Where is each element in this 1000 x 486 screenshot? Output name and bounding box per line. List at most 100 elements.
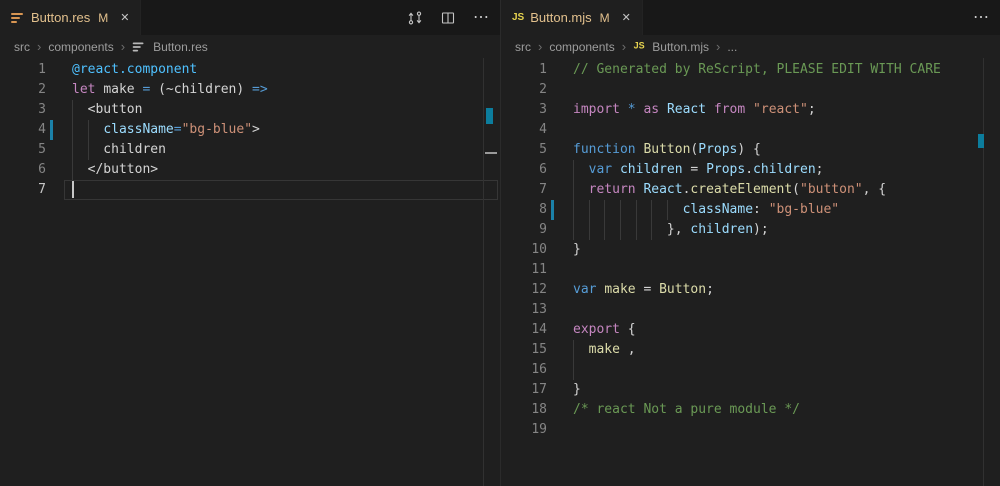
breadcrumb-item[interactable]: components <box>549 40 614 54</box>
code-line[interactable]: 13 <box>501 300 1000 320</box>
code-line[interactable]: 3 <button <box>0 100 500 120</box>
indent-guide <box>651 220 652 240</box>
line-number[interactable]: 10 <box>501 240 573 260</box>
code-line[interactable]: 7 <box>0 180 500 200</box>
code-token: children <box>72 142 166 157</box>
line-number[interactable]: 6 <box>0 160 72 180</box>
code-line[interactable]: 2let make = (~children) => <box>0 80 500 100</box>
line-number[interactable]: 3 <box>0 100 72 120</box>
code-token <box>745 102 753 117</box>
line-number[interactable]: 5 <box>501 140 573 160</box>
code-line[interactable]: 15 make , <box>501 340 1000 360</box>
open-changes-icon[interactable] <box>406 9 424 27</box>
line-number[interactable]: 2 <box>501 80 573 100</box>
code-text <box>573 360 1000 380</box>
line-number[interactable]: 15 <box>501 340 573 360</box>
line-number[interactable]: 3 <box>501 100 573 120</box>
line-number[interactable]: 12 <box>501 280 573 300</box>
code-text: import * as React from "react"; <box>573 100 1000 120</box>
line-number[interactable]: 7 <box>0 180 72 200</box>
breadcrumb-item[interactable]: src <box>14 40 30 54</box>
code-editor[interactable]: 1// Generated by ReScript, PLEASE EDIT W… <box>501 58 1000 486</box>
code-text: function Button(Props) { <box>573 140 1000 160</box>
breadcrumb-file[interactable]: Button.mjs <box>652 40 709 54</box>
line-number[interactable]: 8 <box>501 200 573 220</box>
code-line[interactable]: 2 <box>501 80 1000 100</box>
code-text: }, children); <box>573 220 1000 240</box>
overview-ruler[interactable] <box>983 58 1000 486</box>
line-number[interactable]: 5 <box>0 140 72 160</box>
line-number[interactable]: 6 <box>501 160 573 180</box>
code-token: <button <box>72 102 142 117</box>
line-number[interactable]: 17 <box>501 380 573 400</box>
code-token: ) { <box>737 142 760 157</box>
code-line[interactable]: 5 children <box>0 140 500 160</box>
code-line[interactable]: 6 </button> <box>0 160 500 180</box>
code-text: children <box>72 140 500 160</box>
code-line[interactable]: 1// Generated by ReScript, PLEASE EDIT W… <box>501 60 1000 80</box>
code-token <box>706 102 714 117</box>
chevron-right-icon: › <box>622 41 626 53</box>
code-token: // Generated by ReScript, PLEASE EDIT WI… <box>573 62 941 77</box>
code-line[interactable]: 11 <box>501 260 1000 280</box>
code-line[interactable]: 10} <box>501 240 1000 260</box>
editor-pane-left: Button.res M ✕ <box>0 0 500 486</box>
line-number[interactable]: 2 <box>0 80 72 100</box>
code-token: Props <box>706 162 745 177</box>
code-token: export <box>573 322 620 337</box>
code-editor[interactable]: 1@react.component2let make = (~children)… <box>0 58 500 486</box>
code-line[interactable]: 3import * as React from "react"; <box>501 100 1000 120</box>
line-number[interactable]: 14 <box>501 320 573 340</box>
code-line[interactable]: 19 <box>501 420 1000 440</box>
code-text <box>573 420 1000 440</box>
breadcrumb-symbol[interactable]: ... <box>727 40 737 54</box>
chevron-right-icon: › <box>37 41 41 53</box>
code-token: } <box>573 242 581 257</box>
tab-button-res[interactable]: Button.res M ✕ <box>0 0 141 35</box>
line-number[interactable]: 9 <box>501 220 573 240</box>
tab-bar-right: JS Button.mjs M ✕ ⋯ <box>501 0 1000 35</box>
line-number[interactable]: 19 <box>501 420 573 440</box>
line-number[interactable]: 4 <box>501 120 573 140</box>
code-line[interactable]: 4 className="bg-blue"> <box>0 120 500 140</box>
line-number[interactable]: 18 <box>501 400 573 420</box>
gutter-modified-indicator[interactable] <box>50 120 53 140</box>
code-token: ( <box>792 182 800 197</box>
line-number[interactable]: 4 <box>0 120 72 140</box>
breadcrumb-item[interactable]: components <box>48 40 113 54</box>
code-line[interactable]: 8 className: "bg-blue" <box>501 200 1000 220</box>
code-line[interactable]: 16 <box>501 360 1000 380</box>
code-line[interactable]: 7 return React.createElement("button", { <box>501 180 1000 200</box>
code-line[interactable]: 6 var children = Props.children; <box>501 160 1000 180</box>
indent-guide <box>604 220 605 240</box>
code-token: var <box>589 162 612 177</box>
indent-guide <box>589 220 590 240</box>
code-line[interactable]: 5function Button(Props) { <box>501 140 1000 160</box>
code-line[interactable]: 17} <box>501 380 1000 400</box>
code-line[interactable]: 1@react.component <box>0 60 500 80</box>
code-line[interactable]: 14export { <box>501 320 1000 340</box>
line-number[interactable]: 1 <box>501 60 573 80</box>
code-line[interactable]: 9 }, children); <box>501 220 1000 240</box>
line-number[interactable]: 11 <box>501 260 573 280</box>
gutter-modified-indicator[interactable] <box>551 200 554 220</box>
breadcrumb-file[interactable]: Button.res <box>153 40 208 54</box>
tab-button-mjs[interactable]: JS Button.mjs M ✕ <box>501 0 643 35</box>
code-line[interactable]: 4 <box>501 120 1000 140</box>
code-token <box>573 342 589 357</box>
line-number[interactable]: 13 <box>501 300 573 320</box>
line-number[interactable]: 7 <box>501 180 573 200</box>
split-editor-icon[interactable] <box>439 9 457 27</box>
chevron-right-icon: › <box>121 41 125 53</box>
close-icon[interactable]: ✕ <box>622 11 631 24</box>
breadcrumb-item[interactable]: src <box>515 40 531 54</box>
close-icon[interactable]: ✕ <box>120 11 129 24</box>
line-number[interactable]: 1 <box>0 60 72 80</box>
code-line[interactable]: 12var make = Button; <box>501 280 1000 300</box>
code-token: = <box>683 162 706 177</box>
indent-guide <box>573 180 574 200</box>
more-actions-icon[interactable]: ⋯ <box>472 9 490 27</box>
code-line[interactable]: 18/* react Not a pure module */ <box>501 400 1000 420</box>
more-actions-icon[interactable]: ⋯ <box>972 9 990 27</box>
line-number[interactable]: 16 <box>501 360 573 380</box>
